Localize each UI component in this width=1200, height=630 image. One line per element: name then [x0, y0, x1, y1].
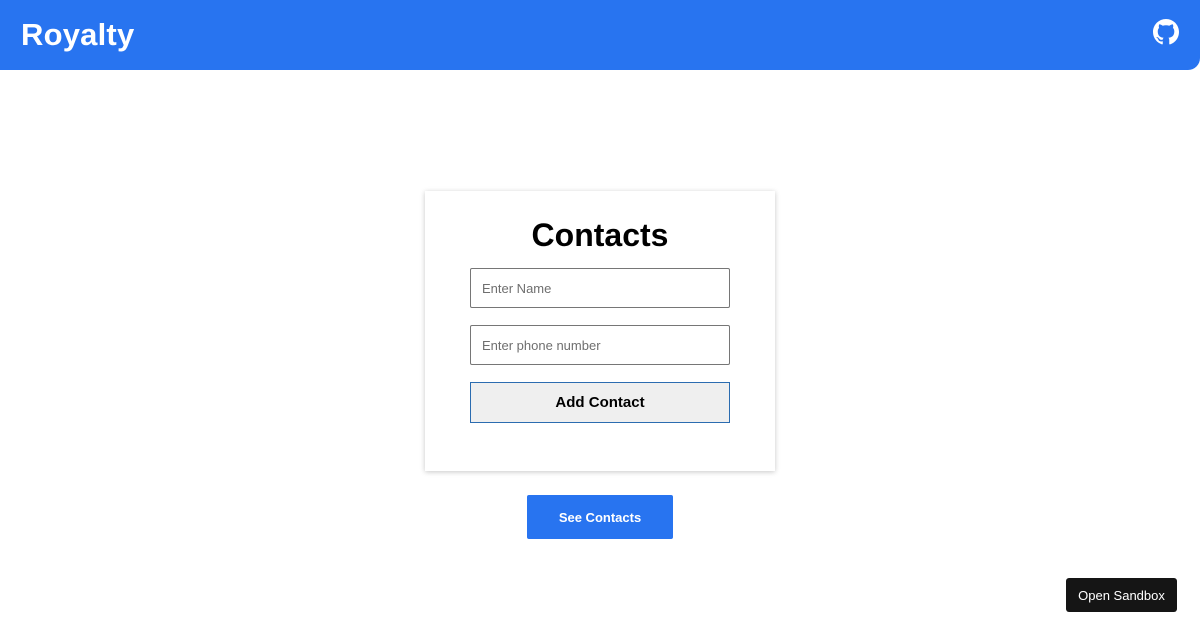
see-contacts-button[interactable]: See Contacts [527, 495, 673, 539]
page-title: Contacts [531, 217, 669, 253]
contact-form-card: Contacts Add Contact [425, 191, 775, 471]
name-input[interactable] [470, 268, 730, 308]
github-icon[interactable] [1152, 18, 1180, 46]
brand-logo[interactable]: Royalty [21, 17, 134, 53]
open-sandbox-button[interactable]: Open Sandbox [1066, 578, 1177, 612]
add-contact-button[interactable]: Add Contact [470, 382, 730, 423]
phone-input[interactable] [470, 325, 730, 365]
github-icon-glyph [1153, 19, 1179, 45]
app-header: Royalty [0, 0, 1200, 70]
